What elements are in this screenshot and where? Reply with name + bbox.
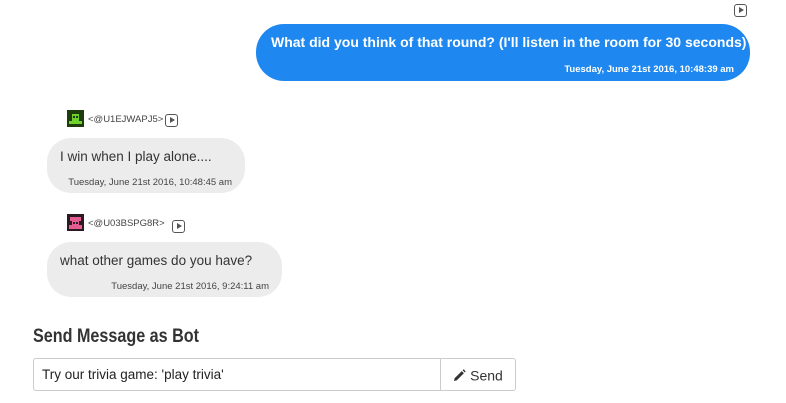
send-button[interactable]: Send bbox=[440, 358, 516, 391]
play-icon[interactable] bbox=[734, 4, 747, 17]
incoming-message-bubble: what other games do you have? Tuesday, J… bbox=[47, 242, 282, 297]
message-timestamp: Tuesday, June 21st 2016, 10:48:45 am bbox=[68, 177, 232, 188]
incoming-message-bubble: I win when I play alone.... Tuesday, Jun… bbox=[47, 138, 245, 193]
send-form-title: Send Message as Bot bbox=[33, 326, 200, 347]
send-button-label: Send bbox=[470, 367, 503, 384]
message-text: what other games do you have? bbox=[60, 253, 253, 268]
avatar-icon bbox=[67, 214, 84, 231]
outgoing-message-bubble: What did you think of that round? (I'll … bbox=[256, 24, 750, 81]
username: <@U03BSPG8R> bbox=[88, 218, 165, 229]
username: <@U1EJWAPJ5> bbox=[88, 114, 164, 125]
message-timestamp: Tuesday, June 21st 2016, 9:24:11 am bbox=[111, 281, 269, 292]
pencil-icon bbox=[454, 368, 466, 381]
message-timestamp: Tuesday, June 21st 2016, 10:48:39 am bbox=[564, 64, 734, 75]
chat-page: What did you think of that round? (I'll … bbox=[0, 0, 786, 403]
play-icon[interactable] bbox=[172, 220, 185, 233]
message-input[interactable] bbox=[33, 358, 441, 391]
avatar-icon bbox=[67, 110, 84, 127]
message-text: I win when I play alone.... bbox=[60, 149, 212, 164]
play-icon[interactable] bbox=[165, 114, 178, 127]
message-text: What did you think of that round? (I'll … bbox=[271, 34, 747, 50]
